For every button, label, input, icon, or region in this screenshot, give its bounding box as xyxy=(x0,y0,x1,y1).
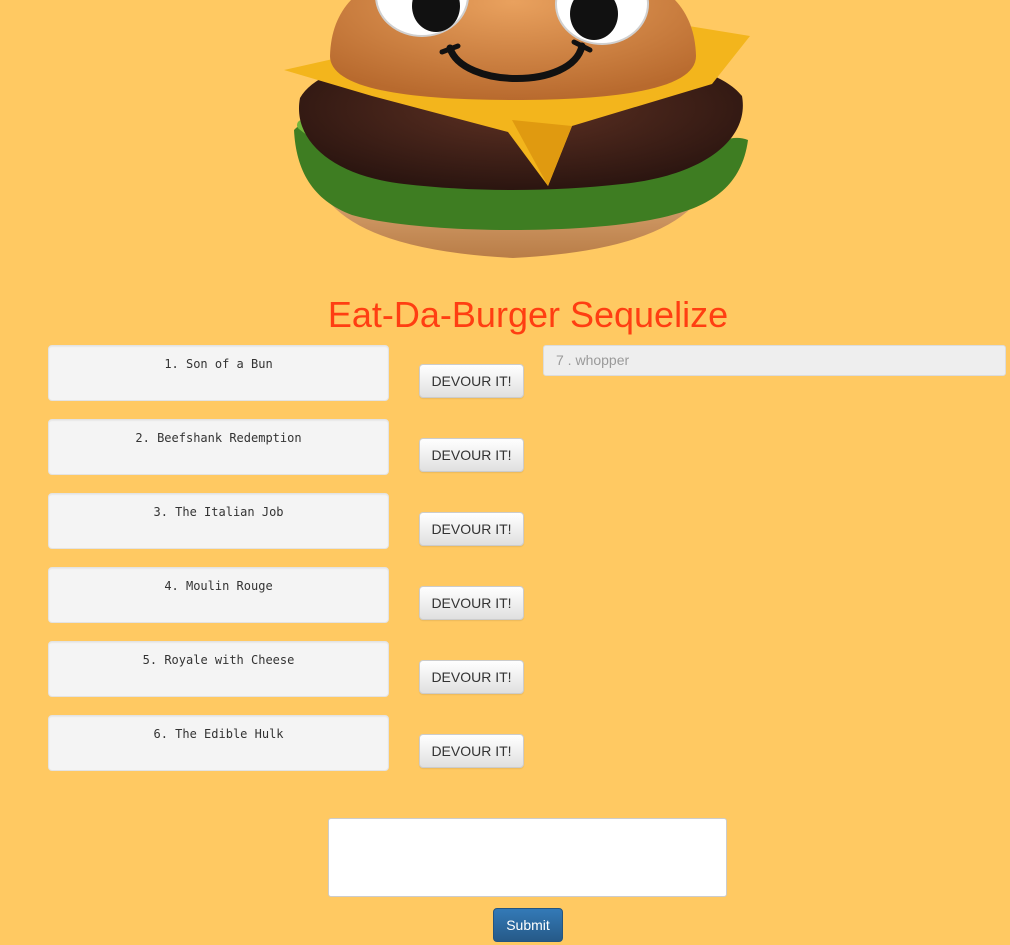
burger-name-box: 1. Son of a Bun xyxy=(48,345,389,401)
burger-name-box: 6. The Edible Hulk xyxy=(48,715,389,771)
burger-name-box: 3. The Italian Job xyxy=(48,493,389,549)
burger-item: 6. The Edible Hulk DEVOUR IT! xyxy=(48,715,528,771)
devour-button[interactable]: DEVOUR IT! xyxy=(419,660,524,694)
burger-name-box: 2. Beefshank Redemption xyxy=(48,419,389,475)
devoured-burger-item: 7 . whopper xyxy=(543,345,1006,376)
burger-item: 1. Son of a Bun DEVOUR IT! xyxy=(48,345,528,401)
burger-name-box: 4. Moulin Rouge xyxy=(48,567,389,623)
burger-item: 5. Royale with Cheese DEVOUR IT! xyxy=(48,641,528,697)
page-title: Eat-Da-Burger Sequelize xyxy=(327,294,729,335)
burger-name: 3. The Italian Job xyxy=(153,505,284,519)
burger-name-box: 5. Royale with Cheese xyxy=(48,641,389,697)
burger-name: 2. Beefshank Redemption xyxy=(135,431,302,445)
burger-item: 2. Beefshank Redemption DEVOUR IT! xyxy=(48,419,528,475)
burger-name-input[interactable] xyxy=(328,818,727,897)
devour-button[interactable]: DEVOUR IT! xyxy=(419,512,524,546)
burger-name: 1. Son of a Bun xyxy=(164,357,273,371)
devour-button[interactable]: DEVOUR IT! xyxy=(419,586,524,620)
burger-name: 6. The Edible Hulk xyxy=(153,727,284,741)
burger-item: 4. Moulin Rouge DEVOUR IT! xyxy=(48,567,528,623)
burger-name: 4. Moulin Rouge xyxy=(164,579,273,593)
devour-button[interactable]: DEVOUR IT! xyxy=(419,438,524,472)
devour-button[interactable]: DEVOUR IT! xyxy=(419,364,524,398)
submit-button[interactable]: Submit xyxy=(493,908,563,942)
devour-button[interactable]: DEVOUR IT! xyxy=(419,734,524,768)
burger-item: 3. The Italian Job DEVOUR IT! xyxy=(48,493,528,549)
burger-logo-image xyxy=(284,0,750,258)
burger-name: 5. Royale with Cheese xyxy=(142,653,295,667)
